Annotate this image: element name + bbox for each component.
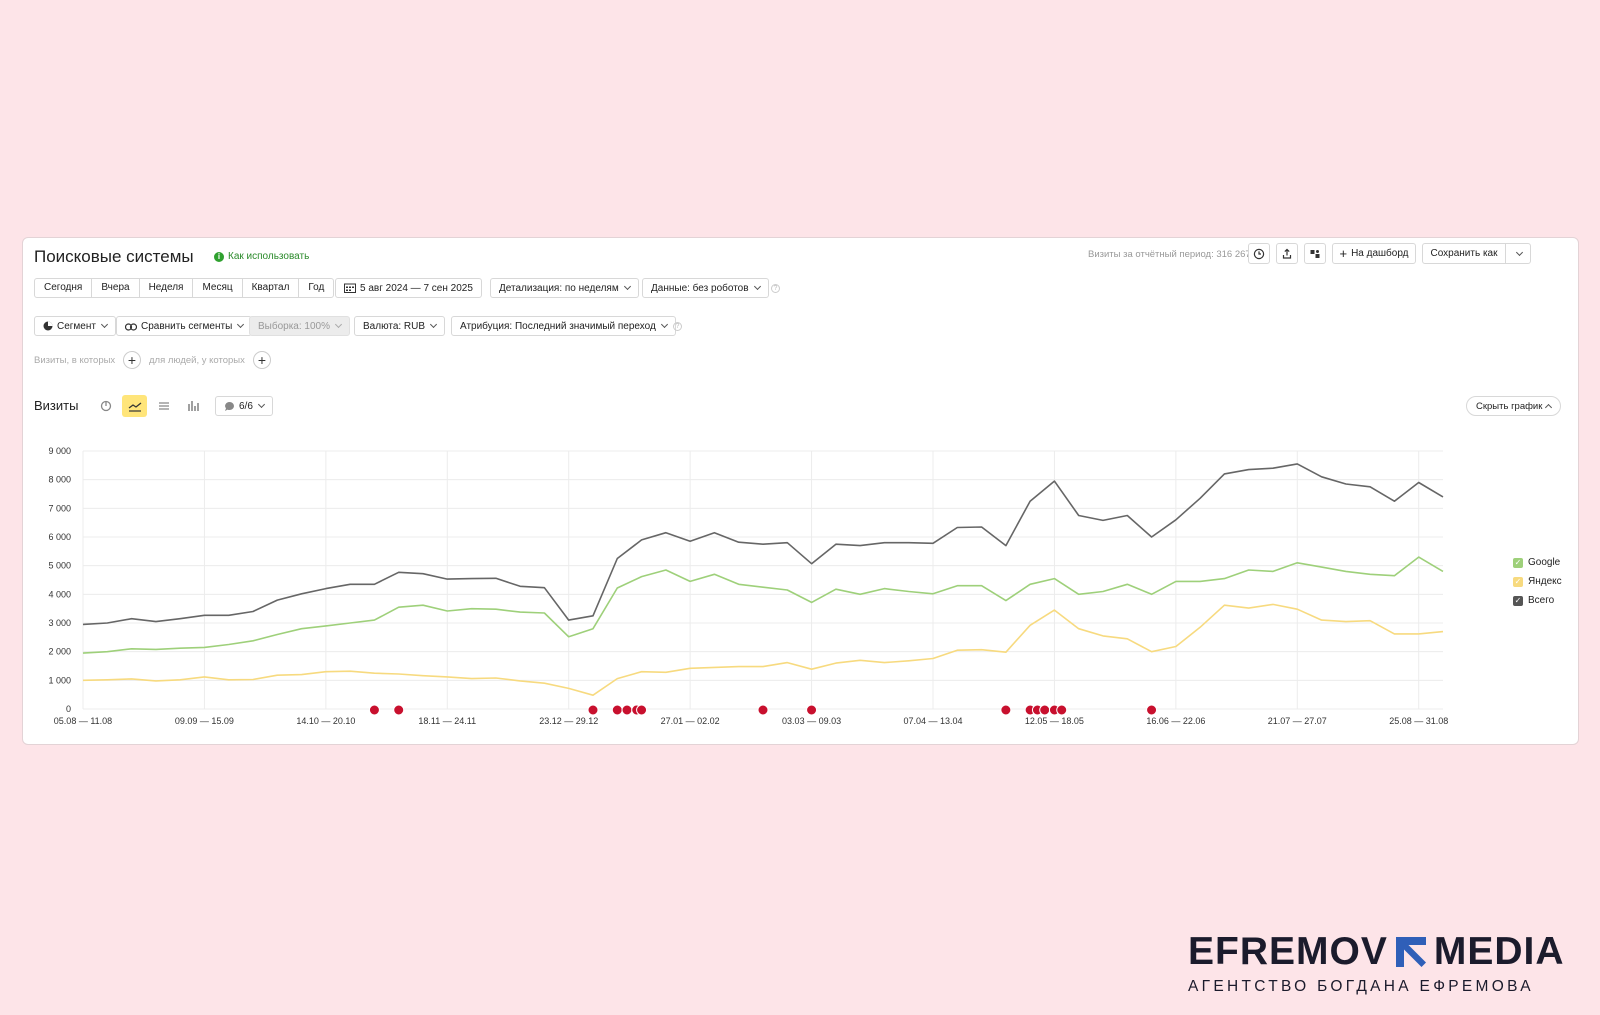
checkbox-icon: ✓ [1513,557,1523,568]
legend-item-yandex[interactable]: ✓ Яндекс [1513,572,1562,591]
annotation-marker [1039,704,1051,716]
series-line-yandex [82,603,1444,696]
x-tick-label: 12.05 — 18.05 [1025,716,1084,726]
annotation-marker [636,704,648,716]
y-tick-label: 6 000 [48,532,71,542]
annotation-marker [587,704,599,716]
x-tick-label: 14.10 — 20.10 [296,716,355,726]
arrow-icon [1395,937,1426,967]
series-line-total [82,463,1444,626]
x-tick-label: 25.08 — 31.08 [1389,716,1448,726]
x-tick-label: 27.01 — 02.02 [661,716,720,726]
annotation-marker [757,704,769,716]
brand-tagline: АГЕНТСТВО БОГДАНА ЕФРЕМОВА [1188,978,1534,995]
y-tick-label: 2 000 [48,647,71,657]
annotation-marker [611,704,623,716]
legend-label: Всего [1528,595,1555,606]
annotation-marker [1056,704,1068,716]
annotation-marker [806,704,818,716]
x-tick-label: 05.08 — 11.08 [54,716,112,726]
checkbox-icon: ✓ [1513,595,1523,606]
y-tick-label: 3 000 [48,618,71,628]
x-tick-label: 21.07 — 27.07 [1268,716,1327,726]
y-tick-label: 4 000 [48,589,71,599]
legend-item-total[interactable]: ✓ Всего [1513,591,1562,610]
annotation-marker [1000,704,1012,716]
y-tick-label: 7 000 [48,503,71,513]
x-tick-label: 23.12 — 29.12 [539,716,598,726]
x-tick-label: 09.09 — 15.09 [175,716,234,726]
y-tick-label: 0 [66,704,71,714]
x-tick-label: 16.06 — 22.06 [1146,716,1205,726]
annotation-marker [368,704,380,716]
brand-name-left: EFREMOV [1188,930,1388,973]
annotation-marker [621,704,633,716]
x-tick-label: 07.04 — 13.04 [903,716,962,726]
visits-line-chart: 0 1 000 2 000 3 000 4 000 5 000 6 000 7 000 8 00… [48,446,1448,726]
checkbox-icon: ✓ [1513,576,1523,587]
chart-legend: ✓ Google ✓ Яндекс ✓ Всего [1513,553,1562,610]
brand-name-right: MEDIA [1433,930,1565,973]
annotation-marker [393,704,405,716]
legend-label: Google [1528,557,1561,568]
x-tick-label: 03.03 — 09.03 [782,716,841,726]
y-tick-label: 5 000 [48,561,71,571]
series-line-google [82,556,1444,654]
brand-logo: EFREMOV MEDIA АГЕНТСТВО БОГДАНА ЕФРЕМОВА [1188,930,1584,996]
y-tick-label: 8 000 [48,475,71,485]
legend-label: Яндекс [1528,576,1562,587]
legend-item-google[interactable]: ✓ Google [1513,553,1562,572]
x-tick-label: 18.11 — 24.11 [418,716,476,726]
brand-name: EFREMOV MEDIA [1188,930,1584,974]
annotation-marker [1146,704,1158,716]
y-tick-label: 9 000 [48,446,71,456]
y-tick-label: 1 000 [48,675,71,685]
report-panel: Поисковые системы i Как использовать Виз… [22,237,1579,745]
